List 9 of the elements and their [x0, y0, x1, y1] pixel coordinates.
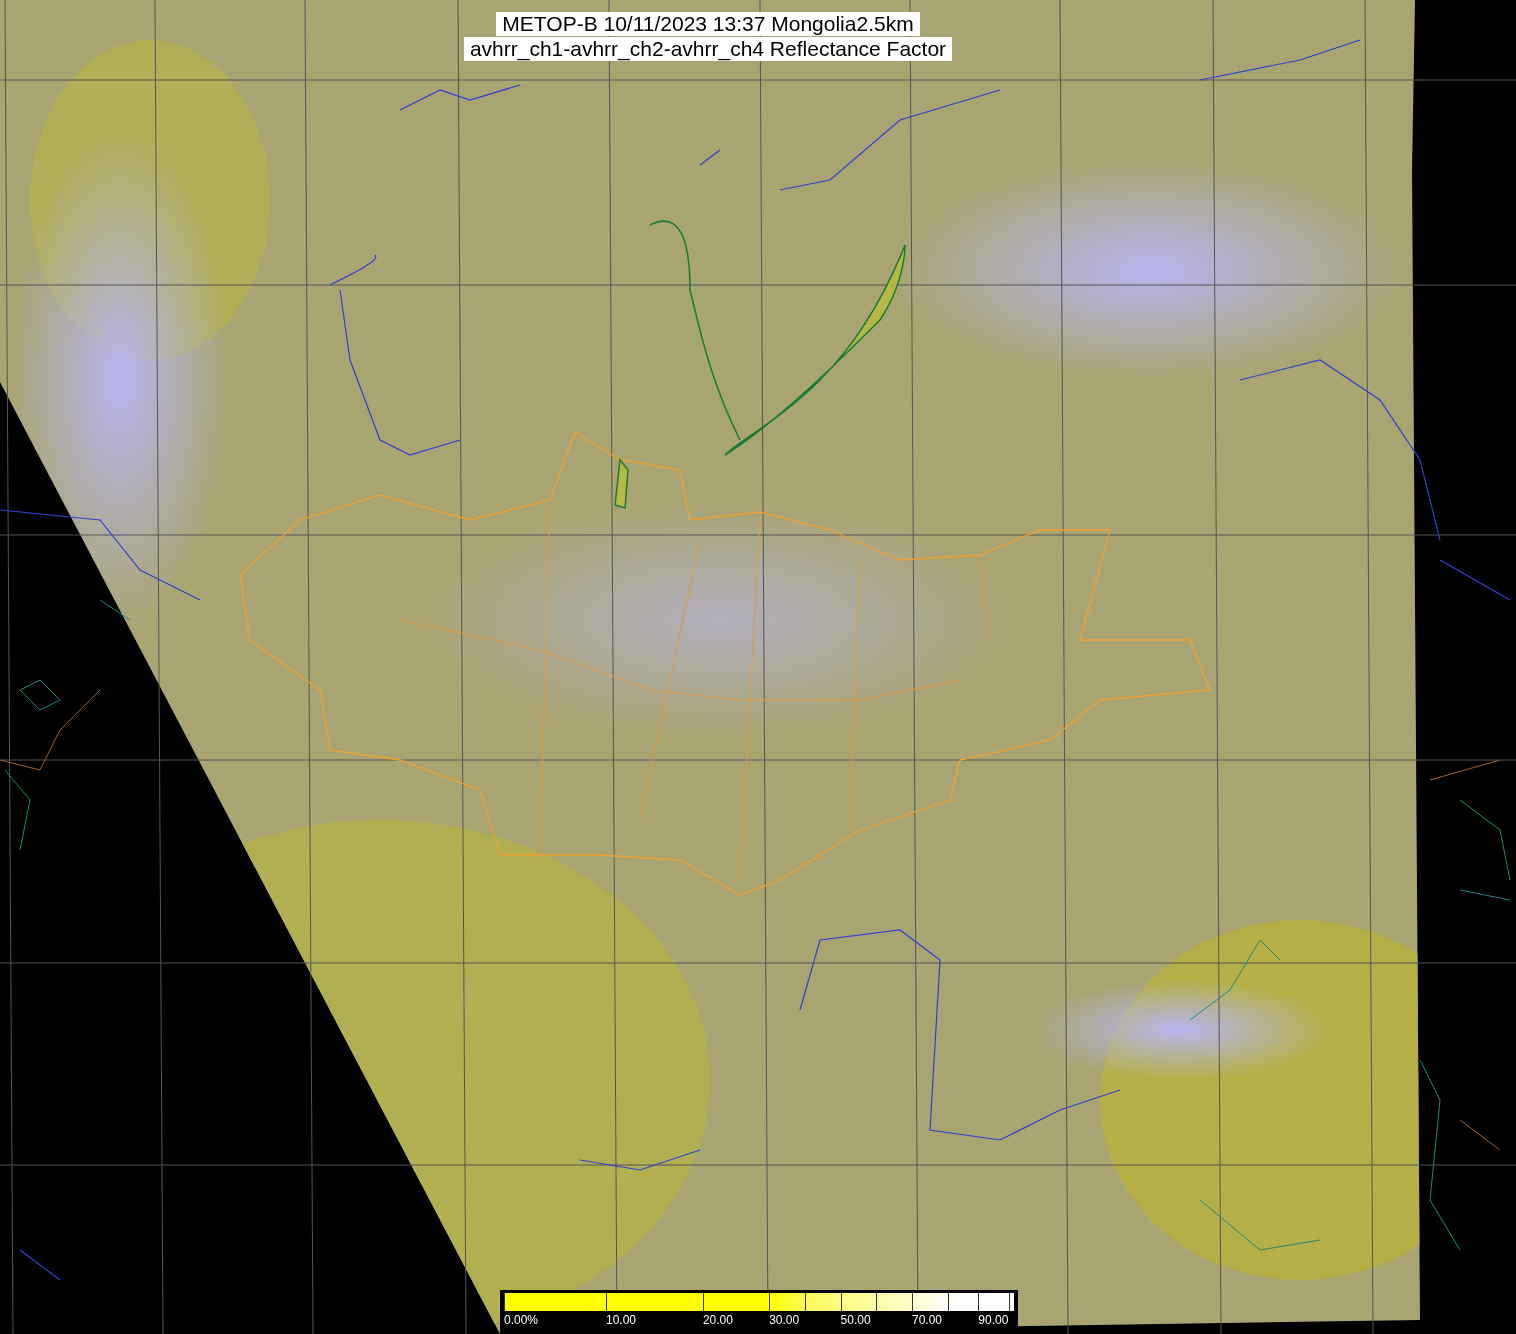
scale-label: 10.00: [606, 1313, 637, 1327]
scale-label: 50.00: [840, 1313, 871, 1327]
scale-label: 0.00%: [504, 1313, 539, 1327]
map-title: avhrr_ch1-avhrr_ch2-avhrr_ch4 Reflectance Factor: [463, 37, 953, 61]
scale-label: 90.00: [978, 1313, 1009, 1327]
map-title: METOP-B 10/11/2023 13:37 Mongolia2.5km: [496, 12, 920, 36]
scale-label: 70.00: [912, 1313, 943, 1327]
scale-label: 30.00: [769, 1313, 800, 1327]
scale-label: 20.00: [702, 1313, 733, 1327]
